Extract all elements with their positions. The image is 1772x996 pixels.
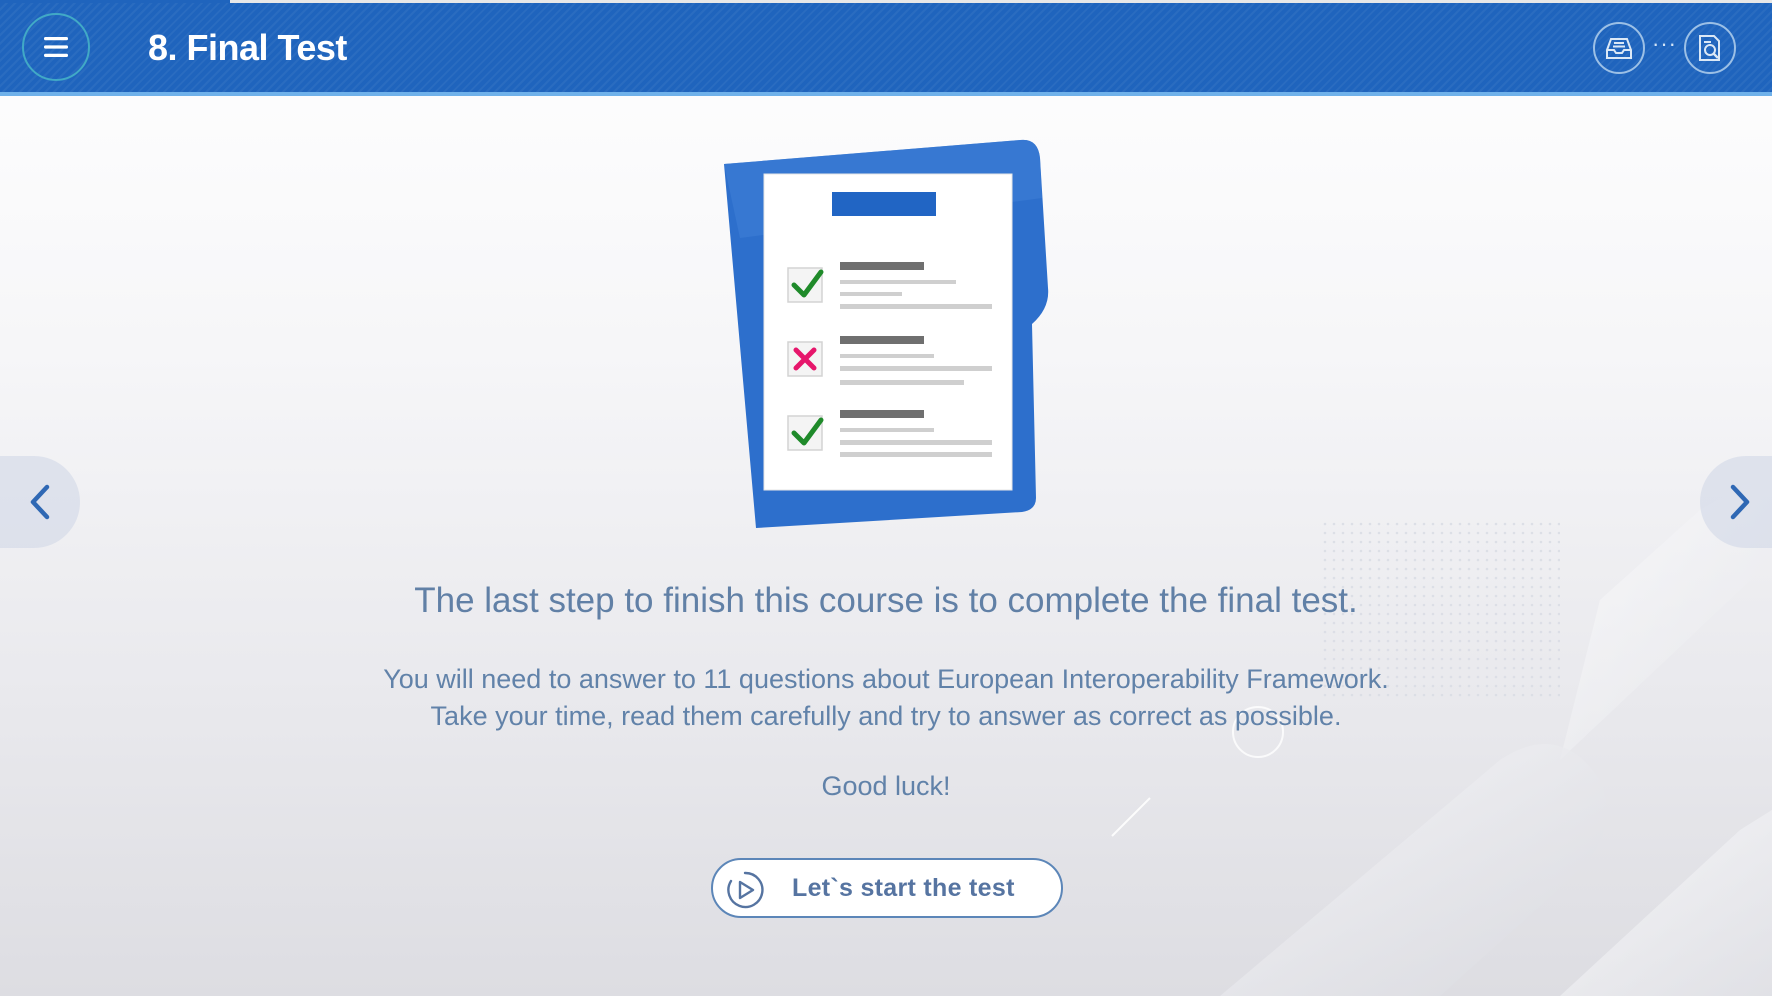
chevron-right-icon xyxy=(1730,484,1750,520)
previous-slide-button[interactable] xyxy=(0,456,80,548)
glossary-button[interactable] xyxy=(1593,22,1645,74)
document-search-icon xyxy=(1699,35,1720,61)
good-luck-text: Good luck! xyxy=(821,771,951,801)
start-test-button[interactable]: Let`s start the test xyxy=(711,858,1063,918)
play-circle-icon xyxy=(727,871,764,909)
course-slide: 8. Final Test ··· The last step to finis… xyxy=(0,0,1772,996)
start-test-label: Let`s start the test xyxy=(792,874,1015,902)
inbox-tray-icon xyxy=(1606,38,1632,59)
more-dots: ··· xyxy=(1652,31,1677,56)
hamburger-menu-icon xyxy=(44,37,68,57)
instructions-line-2: Take your time, read them carefully and … xyxy=(430,701,1342,731)
top-bar: 8. Final Test ··· xyxy=(0,0,1772,96)
search-document-button[interactable] xyxy=(1684,22,1736,74)
course-progress-fill xyxy=(0,0,231,3)
instructions-line-1: You will need to answer to 11 questions … xyxy=(383,664,1389,694)
course-progress-track xyxy=(0,0,1772,3)
chevron-left-icon xyxy=(30,484,50,520)
page-title: 8. Final Test xyxy=(148,27,347,68)
menu-button[interactable] xyxy=(22,13,90,81)
test-checklist-icon xyxy=(724,139,1049,528)
next-slide-button[interactable] xyxy=(1700,456,1772,548)
slide-headline: The last step to finish this course is t… xyxy=(414,581,1358,620)
